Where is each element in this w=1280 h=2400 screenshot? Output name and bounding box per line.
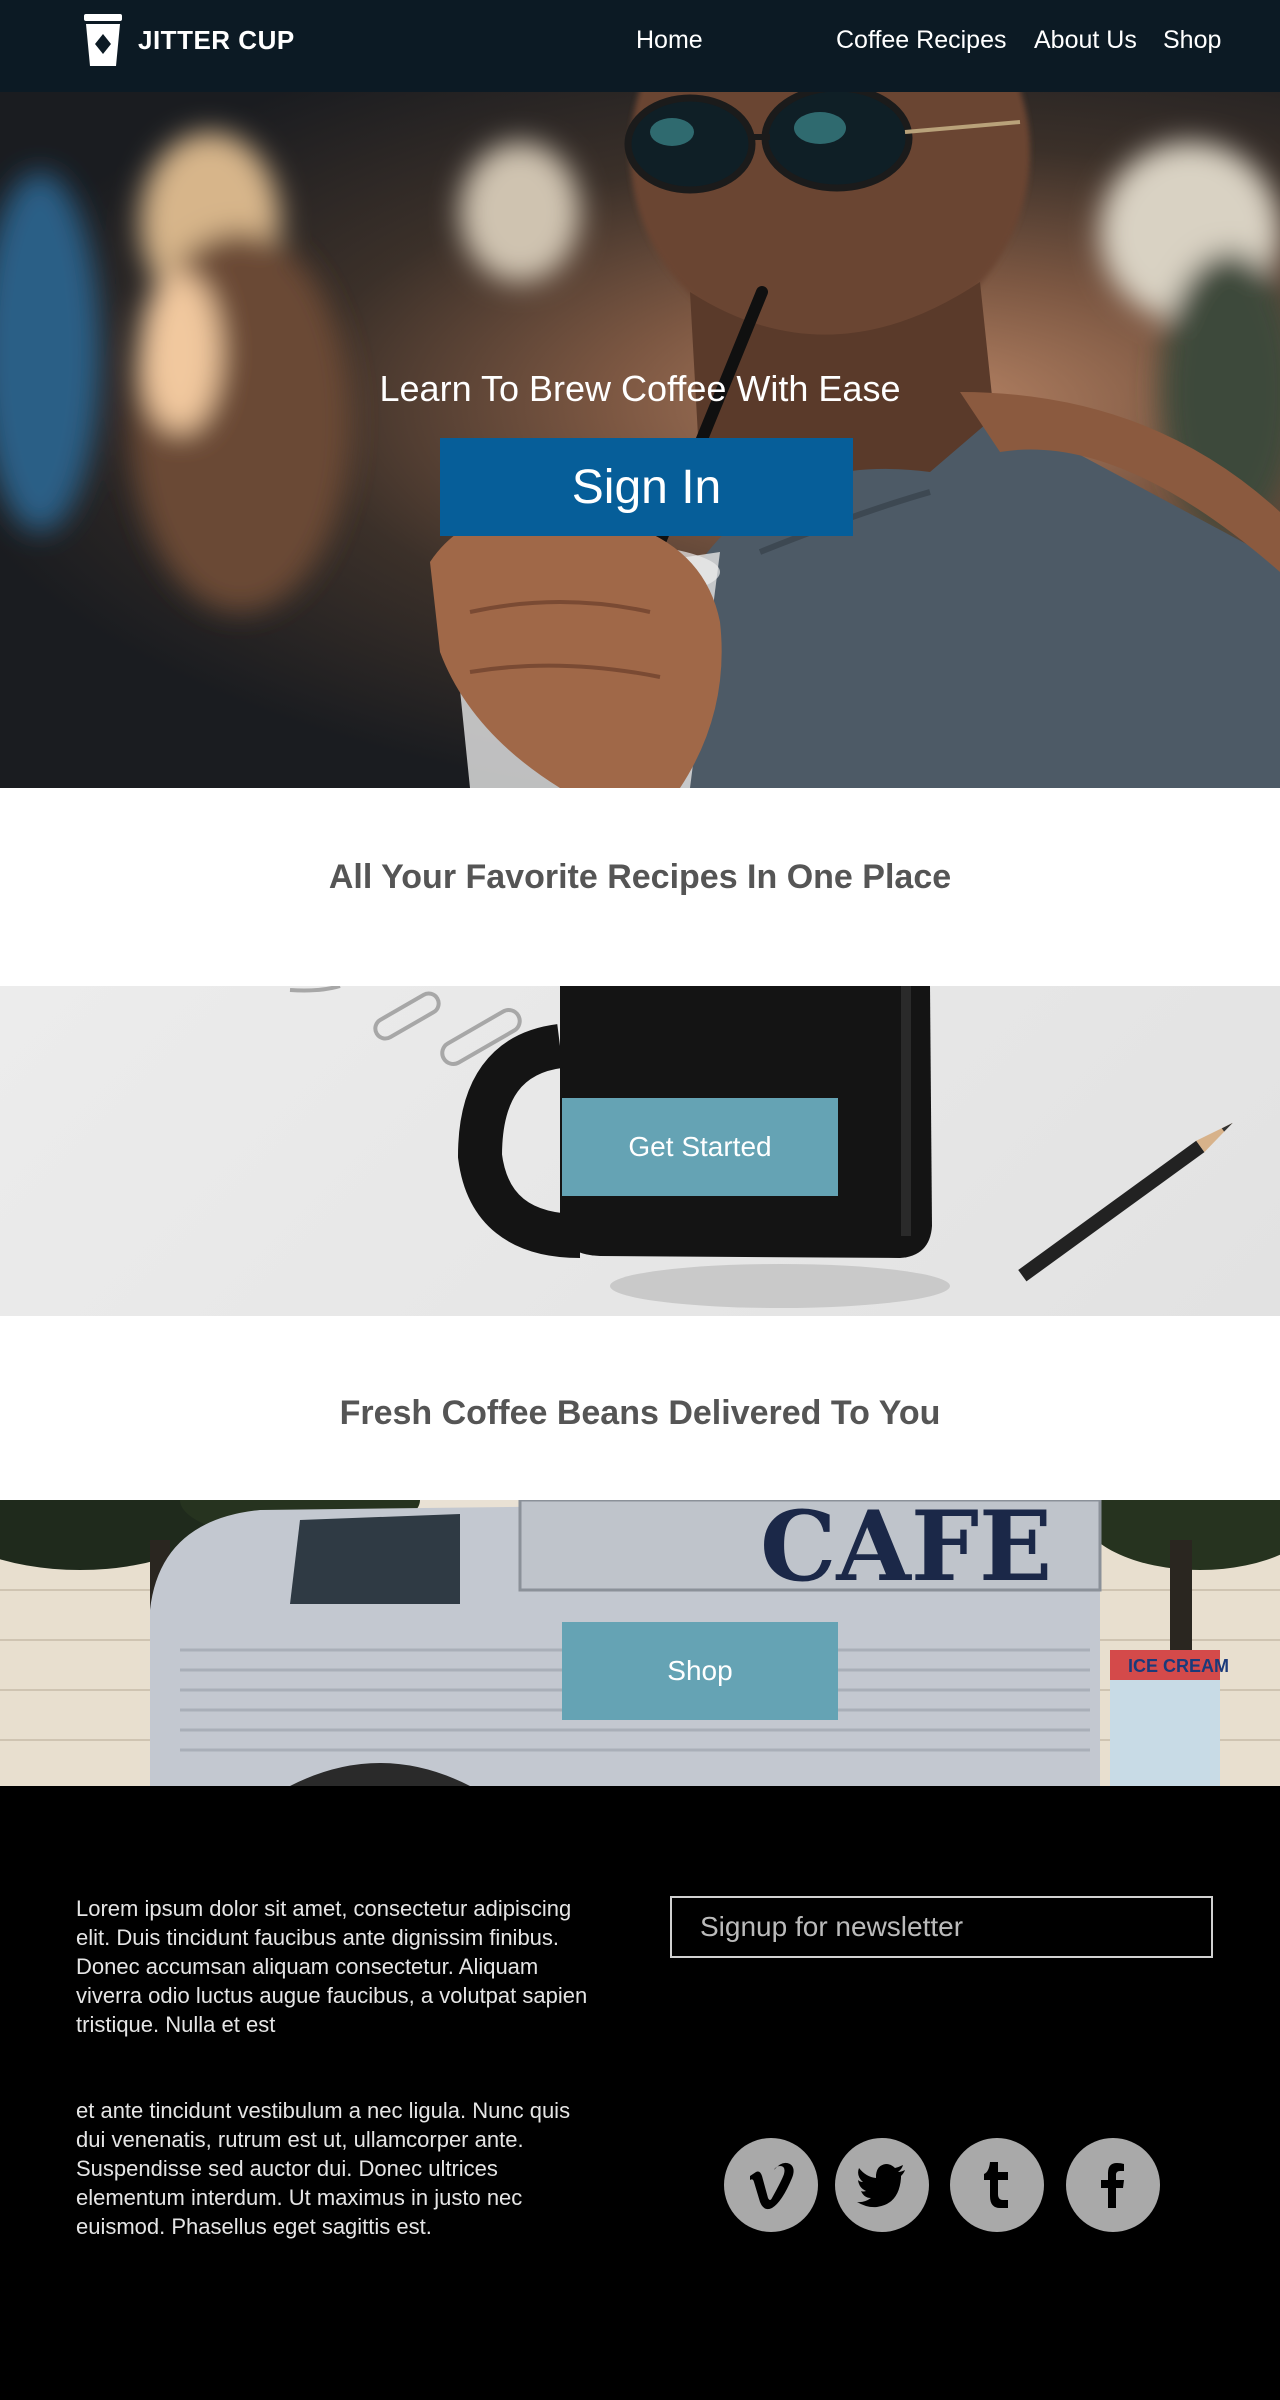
beans-heading: Fresh Coffee Beans Delivered To You (339, 1394, 941, 1432)
cafe-banner: CAFE ICE CREAM Shop (0, 1500, 1280, 1786)
hero-section: Learn To Brew Coffee With Ease Sign In (0, 92, 1280, 788)
facebook-icon (1101, 2163, 1124, 2208)
footer: Lorem ipsum dolor sit amet, consectetur … (0, 1786, 1280, 2400)
twitter-icon (857, 2164, 905, 2208)
nav-home[interactable]: Home (636, 26, 703, 55)
footer-paragraph-1: Lorem ipsum dolor sit amet, consectetur … (76, 1896, 588, 2037)
get-started-button[interactable]: Get Started (562, 1098, 838, 1196)
nav-about-us[interactable]: About Us (1034, 26, 1137, 55)
hero-tagline: Learn To Brew Coffee With Ease (379, 368, 901, 409)
recipes-heading-band: All Your Favorite Recipes In One Place (0, 788, 1280, 986)
mug-banner: Get Started (0, 986, 1280, 1316)
footer-paragraph-2: et ante tincidunt vestibulum a nec ligul… (76, 2098, 571, 2239)
logo[interactable]: JITTER CUP (80, 12, 295, 68)
nav-coffee-recipes[interactable]: Coffee Recipes (836, 26, 1006, 55)
nav-shop[interactable]: Shop (1163, 26, 1221, 55)
top-nav: JITTER CUP Home Coffee Recipes About Us … (0, 0, 1280, 92)
vimeo-link[interactable] (724, 2138, 818, 2232)
shop-button[interactable]: Shop (562, 1622, 838, 1720)
truck-sign-text: CAFE (760, 1500, 1052, 1603)
tumblr-icon (984, 2162, 1008, 2208)
beans-heading-band: Fresh Coffee Beans Delivered To You (0, 1316, 1280, 1500)
coffee-cup-icon (84, 14, 122, 66)
newsletter-signup-input[interactable] (670, 1896, 1213, 1958)
brand-name: JITTER CUP (138, 24, 295, 55)
tumblr-link[interactable] (950, 2138, 1044, 2232)
stand-sign-text: ICE CREAM (1128, 1656, 1229, 1676)
twitter-link[interactable] (835, 2138, 929, 2232)
facebook-link[interactable] (1066, 2138, 1160, 2232)
recipes-heading: All Your Favorite Recipes In One Place (328, 858, 952, 896)
vimeo-icon (750, 2162, 794, 2210)
sign-in-button[interactable]: Sign In (440, 438, 853, 536)
